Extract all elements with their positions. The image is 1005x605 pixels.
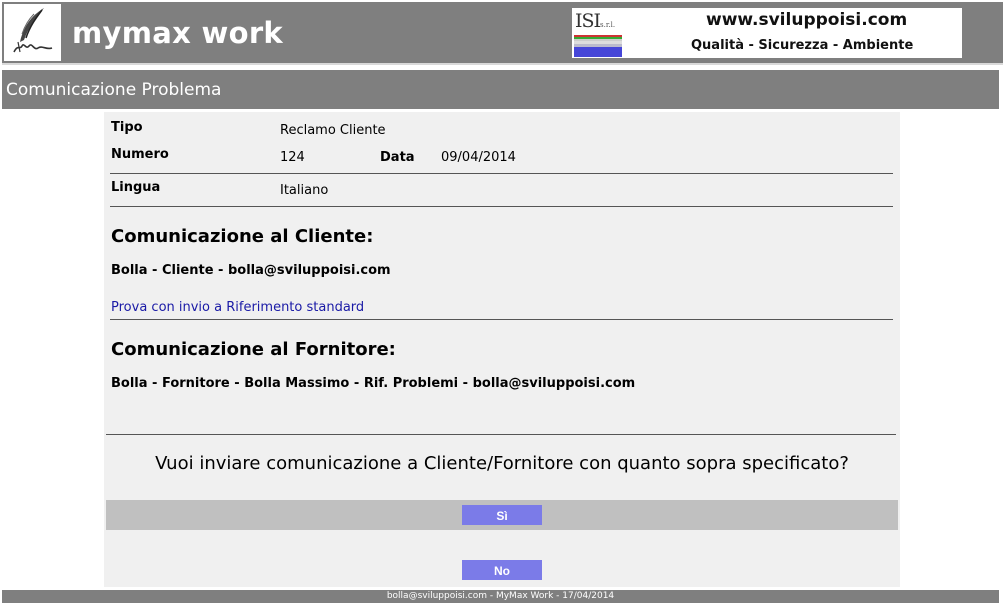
confirm-question: Vuoi inviare comunicazione a Cliente/For… (155, 453, 849, 474)
numero-value: 124 (280, 150, 305, 165)
tipo-value: Reclamo Cliente (280, 123, 386, 138)
section-title: Comunicazione Problema (6, 80, 222, 100)
isi-logo-suffix: s.r.l. (600, 21, 616, 29)
color-stripes-icon (574, 35, 622, 57)
communication-panel: Tipo Reclamo Cliente Numero 124 Data 09/… (104, 112, 900, 587)
quill-logo-icon (4, 4, 61, 61)
footer-text: bolla@sviluppoisi.com - MyMax Work - 17/… (386, 591, 615, 601)
header-divider (2, 63, 1003, 65)
fornitore-recipient: Bolla - Fornitore - Bolla Massimo - Rif.… (111, 376, 636, 391)
numero-label: Numero (111, 147, 169, 162)
divider (106, 434, 896, 435)
fornitore-heading: Comunicazione al Fornitore: (111, 339, 396, 360)
section-bar: Comunicazione Problema (2, 70, 999, 109)
banner-tagline: Qualità - Sicurezza - Ambiente (691, 38, 914, 53)
footer: bolla@sviluppoisi.com - MyMax Work - 17/… (2, 590, 999, 603)
yes-button[interactable]: Sì (462, 505, 542, 525)
sponsor-banner[interactable]: ISIs.r.l. www.sviluppoisi.com Qualità - … (572, 8, 962, 58)
app-title: mymax work (72, 16, 284, 50)
lingua-value: Italiano (280, 183, 329, 198)
no-button[interactable]: No (462, 560, 542, 580)
data-label: Data (380, 150, 415, 165)
app-header: mymax work ISIs.r.l. www.sviluppoisi.com… (2, 2, 1003, 63)
tipo-label: Tipo (111, 120, 143, 135)
lingua-label: Lingua (111, 180, 161, 195)
divider (110, 206, 893, 207)
isi-logo-text: ISI (575, 10, 601, 32)
banner-website: www.sviluppoisi.com (706, 10, 908, 30)
yes-button-row: Sì (106, 500, 898, 530)
reference-link[interactable]: Prova con invio a Riferimento standard (111, 300, 364, 315)
isi-logo: ISIs.r.l. (575, 10, 615, 32)
divider (110, 173, 893, 174)
cliente-recipient: Bolla - Cliente - bolla@sviluppoisi.com (111, 263, 391, 278)
data-value: 09/04/2014 (441, 150, 516, 165)
divider (110, 319, 893, 320)
cliente-heading: Comunicazione al Cliente: (111, 226, 374, 247)
